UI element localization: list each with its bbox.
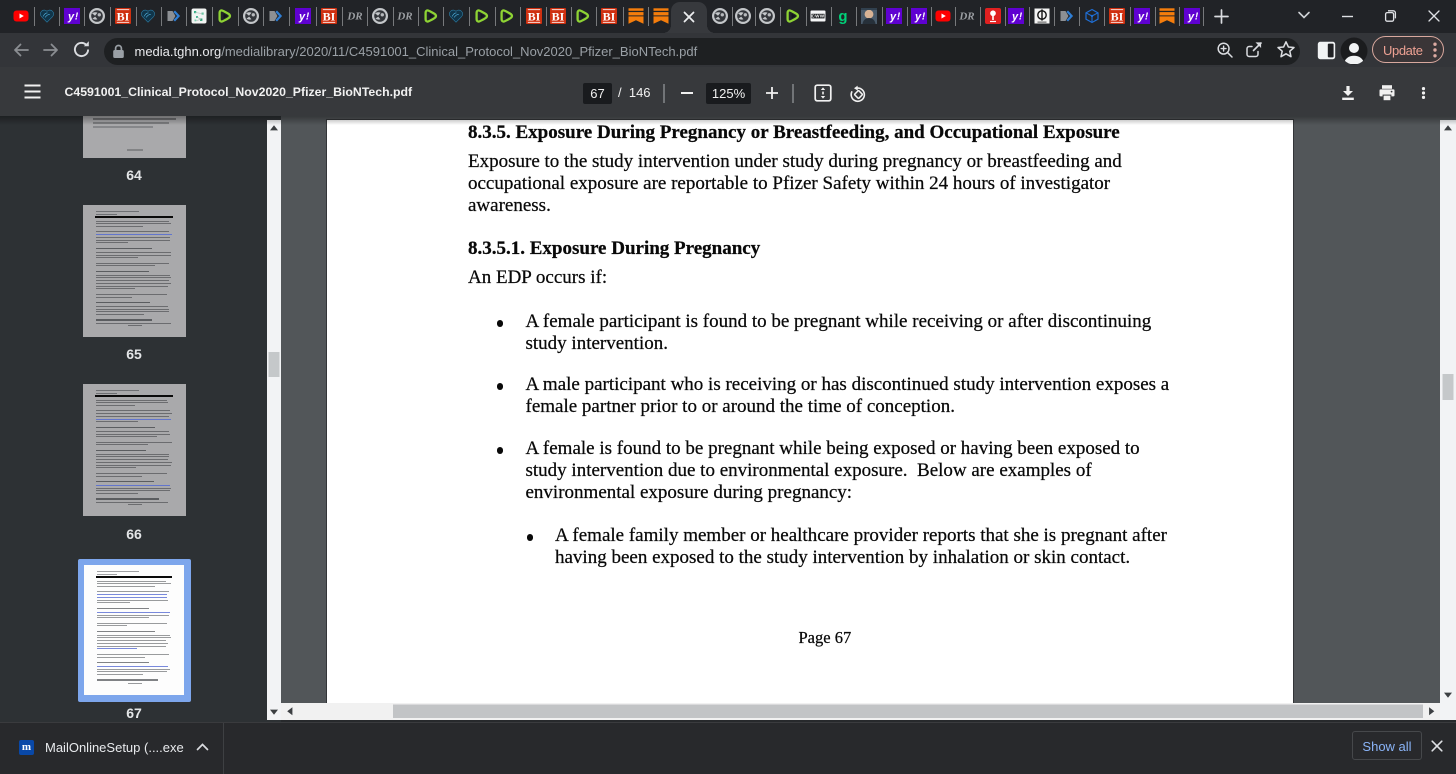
svg-text:y: y bbox=[889, 11, 897, 23]
svg-text:CWW: CWW bbox=[812, 14, 825, 19]
svg-text:BI: BI bbox=[527, 9, 540, 23]
svg-text:y: y bbox=[1137, 11, 1145, 23]
svg-text:y: y bbox=[297, 11, 305, 23]
svg-text:BI: BI bbox=[603, 9, 616, 23]
svg-text:y: y bbox=[1186, 11, 1194, 23]
svg-text:BI: BI bbox=[322, 9, 335, 23]
svg-text:DR: DR bbox=[397, 11, 413, 23]
svg-text:BI: BI bbox=[1111, 9, 1124, 23]
svg-text:BI: BI bbox=[552, 9, 565, 23]
svg-text:DR: DR bbox=[959, 11, 975, 23]
svg-text:y: y bbox=[914, 11, 922, 23]
svg-text:BI: BI bbox=[117, 9, 130, 23]
svg-text:DR: DR bbox=[347, 11, 363, 23]
svg-text:y: y bbox=[1011, 11, 1019, 23]
svg-text:g: g bbox=[838, 8, 847, 24]
svg-text:y: y bbox=[66, 11, 74, 23]
